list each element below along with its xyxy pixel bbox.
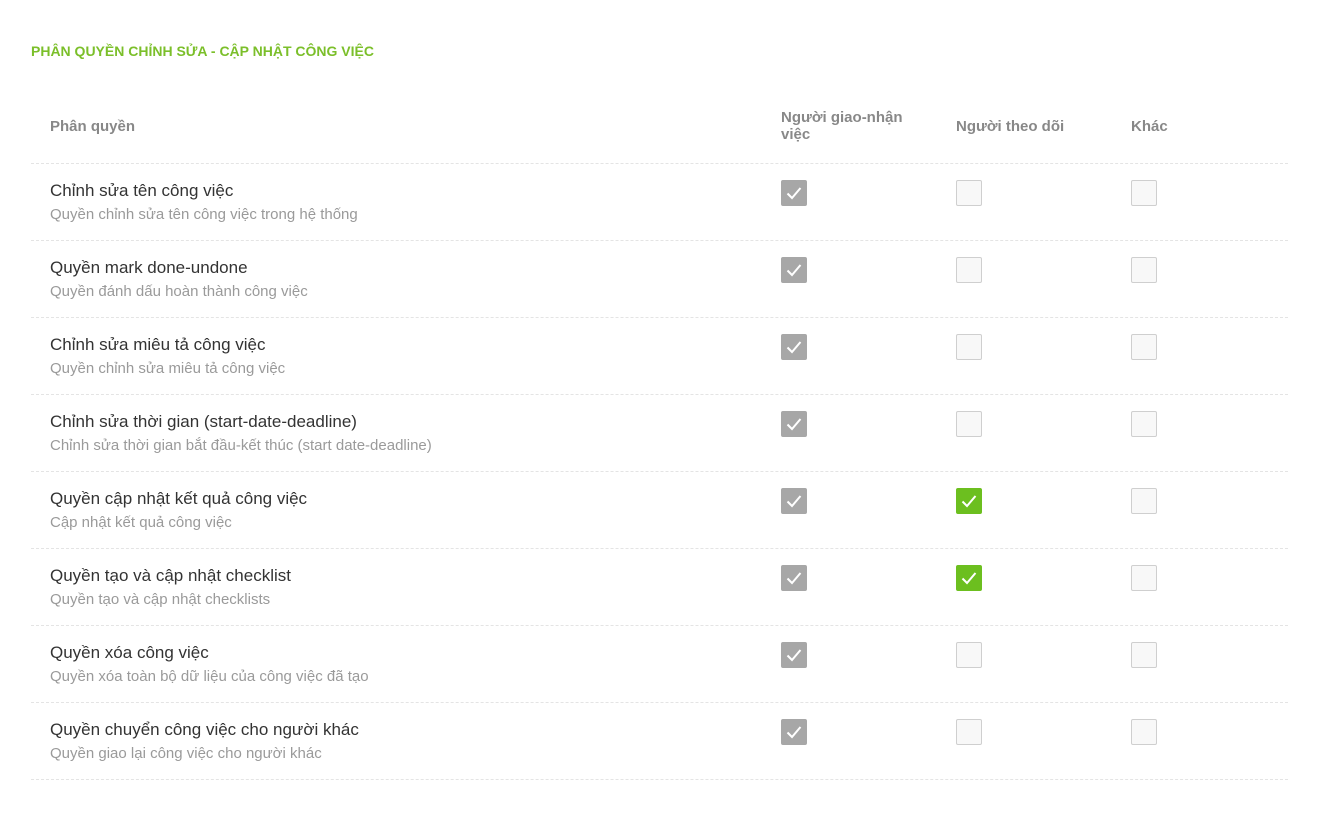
permission-title: Quyền xóa công việc bbox=[50, 643, 209, 662]
follower-checkbox[interactable] bbox=[956, 257, 982, 283]
follower-checkbox[interactable] bbox=[956, 488, 982, 514]
assignee-checkbox[interactable] bbox=[781, 411, 807, 437]
header-follower: Người theo dõi bbox=[956, 118, 1065, 135]
assignee-checkbox[interactable] bbox=[781, 719, 807, 745]
permission-description: Cập nhật kết quả công việc bbox=[50, 514, 232, 531]
check-icon bbox=[786, 264, 802, 277]
check-icon bbox=[961, 572, 977, 585]
header-assignee: Người giao-nhận việc bbox=[781, 109, 903, 143]
header-other: Khác bbox=[1131, 118, 1168, 135]
other-checkbox[interactable] bbox=[1131, 180, 1157, 206]
follower-checkbox[interactable] bbox=[956, 642, 982, 668]
assignee-checkbox[interactable] bbox=[781, 565, 807, 591]
table-row: Chỉnh sửa thời gian (start-date-deadline… bbox=[31, 395, 1288, 472]
follower-checkbox[interactable] bbox=[956, 334, 982, 360]
table-row: Quyền chuyển công việc cho người khác Qu… bbox=[31, 703, 1288, 780]
check-icon bbox=[786, 726, 802, 739]
assignee-checkbox[interactable] bbox=[781, 257, 807, 283]
permission-description: Quyền chỉnh sửa miêu tả công việc bbox=[50, 360, 286, 377]
permission-description: Chỉnh sửa thời gian bắt đầu-kết thúc (st… bbox=[50, 437, 432, 454]
assignee-checkbox[interactable] bbox=[781, 642, 807, 668]
table-row: Quyền tạo và cập nhật checklist Quyền tạ… bbox=[31, 549, 1288, 626]
permission-description: Quyền xóa toàn bộ dữ liệu của công việc … bbox=[50, 668, 369, 685]
check-icon bbox=[786, 495, 802, 508]
permission-title: Quyền chuyển công việc cho người khác bbox=[50, 720, 359, 739]
permission-title: Chỉnh sửa tên công việc bbox=[50, 181, 234, 200]
follower-checkbox[interactable] bbox=[956, 180, 982, 206]
table-row: Quyền cập nhật kết quả công việc Cập nhậ… bbox=[31, 472, 1288, 549]
permission-title: Quyền tạo và cập nhật checklist bbox=[50, 566, 291, 585]
follower-checkbox[interactable] bbox=[956, 719, 982, 745]
assignee-checkbox[interactable] bbox=[781, 180, 807, 206]
check-icon bbox=[786, 187, 802, 200]
permission-title: Quyền mark done-undone bbox=[50, 258, 248, 277]
check-icon bbox=[786, 572, 802, 585]
other-checkbox[interactable] bbox=[1131, 257, 1157, 283]
table-header: Phân quyền Người giao-nhận việc Người th… bbox=[31, 88, 1288, 164]
other-checkbox[interactable] bbox=[1131, 719, 1157, 745]
other-checkbox[interactable] bbox=[1131, 565, 1157, 591]
check-icon bbox=[786, 341, 802, 354]
permission-description: Quyền chỉnh sửa tên công việc trong hệ t… bbox=[50, 206, 358, 223]
follower-checkbox[interactable] bbox=[956, 565, 982, 591]
table-body: Chỉnh sửa tên công việc Quyền chỉnh sửa … bbox=[31, 164, 1288, 780]
assignee-checkbox[interactable] bbox=[781, 334, 807, 360]
follower-checkbox[interactable] bbox=[956, 411, 982, 437]
check-icon bbox=[961, 495, 977, 508]
other-checkbox[interactable] bbox=[1131, 642, 1157, 668]
other-checkbox[interactable] bbox=[1131, 334, 1157, 360]
table-row: Chỉnh sửa tên công việc Quyền chỉnh sửa … bbox=[31, 164, 1288, 241]
other-checkbox[interactable] bbox=[1131, 488, 1157, 514]
permission-title: Chỉnh sửa thời gian (start-date-deadline… bbox=[50, 412, 357, 431]
header-permission: Phân quyền bbox=[50, 118, 136, 135]
check-icon bbox=[786, 649, 802, 662]
assignee-checkbox[interactable] bbox=[781, 488, 807, 514]
table-row: Quyền mark done-undone Quyền đánh dấu ho… bbox=[31, 241, 1288, 318]
permission-title: Quyền cập nhật kết quả công việc bbox=[50, 489, 308, 508]
permissions-table: Phân quyền Người giao-nhận việc Người th… bbox=[31, 88, 1288, 780]
check-icon bbox=[786, 418, 802, 431]
section-title: PHÂN QUYỀN CHỈNH SỬA - CẬP NHẬT CÔNG VIỆ… bbox=[31, 43, 374, 59]
other-checkbox[interactable] bbox=[1131, 411, 1157, 437]
table-row: Chỉnh sửa miêu tả công việc Quyền chỉnh … bbox=[31, 318, 1288, 395]
permission-title: Chỉnh sửa miêu tả công việc bbox=[50, 335, 266, 354]
permission-description: Quyền giao lại công việc cho người khác bbox=[50, 745, 322, 762]
table-row: Quyền xóa công việc Quyền xóa toàn bộ dữ… bbox=[31, 626, 1288, 703]
permission-description: Quyền đánh dấu hoàn thành công việc bbox=[50, 283, 308, 300]
permission-description: Quyền tạo và cập nhật checklists bbox=[50, 591, 271, 608]
